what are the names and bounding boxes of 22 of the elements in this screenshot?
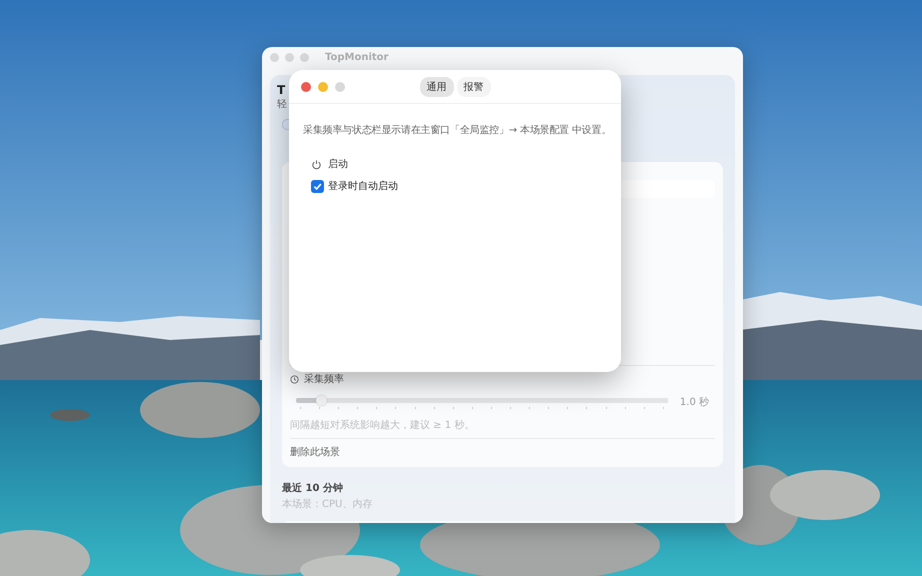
slider-hint: 间隔越短对系统影响越大，建议 ≥ 1 秒。 [290, 418, 715, 440]
slider-label: 采集频率 [304, 372, 344, 386]
info-note: 采集频率与状态栏显示请在主窗口「全局监控」→ 本场景配置 中设置。 [303, 124, 612, 137]
zoom-button[interactable] [300, 52, 309, 62]
minimize-button[interactable] [285, 52, 294, 62]
power-icon [311, 158, 322, 170]
app-subtitle: 轻 [277, 98, 287, 111]
close-button[interactable] [301, 82, 311, 92]
slider-reading: 1.0 秒 [680, 396, 709, 410]
settings-tab[interactable]: 报警 [456, 77, 490, 97]
window-title: TopMonitor [325, 52, 388, 62]
minimize-button[interactable] [318, 82, 328, 92]
section-title: 启动 [328, 158, 348, 171]
clock-icon [290, 374, 299, 384]
settings-tab[interactable]: 通用 [420, 77, 454, 97]
checkbox[interactable] [311, 180, 324, 192]
checkbox-label: 登录时自动启动 [328, 180, 398, 193]
section-title: 最近 10 分钟 [282, 482, 344, 496]
zoom-button[interactable] [335, 82, 345, 92]
delete-scene-button[interactable]: 删除此场景 [290, 439, 715, 462]
app-heading: T [277, 83, 286, 97]
section-subtitle: 本场景：CPU、内存 [282, 498, 374, 512]
